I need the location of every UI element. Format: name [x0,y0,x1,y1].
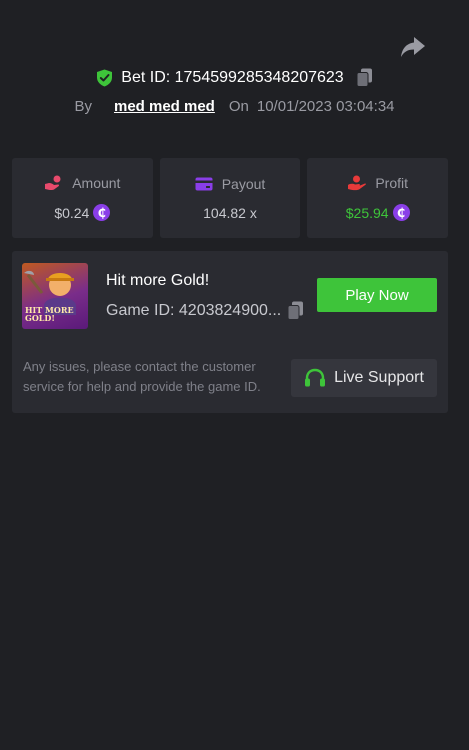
username-link[interactable]: med med med [114,98,215,115]
coin-icon: ₵ [392,204,410,221]
amount-label: Amount [72,175,121,191]
payout-value: 104.82 x [203,204,257,221]
copy-icon[interactable] [287,301,304,320]
live-support-button[interactable]: Live Support [291,359,437,397]
profit-value: $25.94 [345,204,389,221]
on-label: On [228,98,249,115]
by-label: By [74,98,92,115]
game-title: Hit more Gold! [106,272,210,289]
play-now-button[interactable]: Play Now [317,278,437,312]
payout-label: Payout [221,175,266,192]
live-support-label: Live Support [334,369,424,386]
amount-value: $0.24 [54,204,90,221]
stat-profit: Profit $25.94 ₵ [307,158,449,238]
profit-label: Profit [375,175,409,191]
support-message: Any issues, please contact the customer … [23,359,261,394]
game-card: HIT MORE GOLD! Hit more Gold! Game ID: 4… [12,251,448,413]
copy-icon[interactable] [356,68,373,87]
bet-stats: Amount $0.24 ₵ Payout 104.82 x Profit $2… [12,158,449,238]
by-row: By med med med On 10/01/2023 03:04:34 [0,98,469,115]
share-icon[interactable] [400,36,426,58]
shield-check-icon [97,69,113,86]
stat-payout: Payout 104.82 x [159,158,301,238]
thumbnail-text: HIT MORE GOLD! [25,305,74,323]
game-thumbnail[interactable]: HIT MORE GOLD! [22,263,88,329]
wallet-icon [195,177,213,190]
stat-amount: Amount $0.24 ₵ [12,158,153,238]
bet-id-text: Bet ID: 1754599285348207623 [121,68,344,86]
game-id-row: Game ID: 4203824900... [106,301,304,320]
money-hand-icon [348,175,367,191]
game-id-text: Game ID: 4203824900... [106,301,282,319]
hand-coin-icon [45,175,61,191]
coin-icon: ₵ [93,204,111,221]
headset-icon [305,368,326,387]
bet-id-row: Bet ID: 1754599285348207623 [0,68,469,87]
bet-datetime: 10/01/2023 03:04:34 [256,98,395,115]
